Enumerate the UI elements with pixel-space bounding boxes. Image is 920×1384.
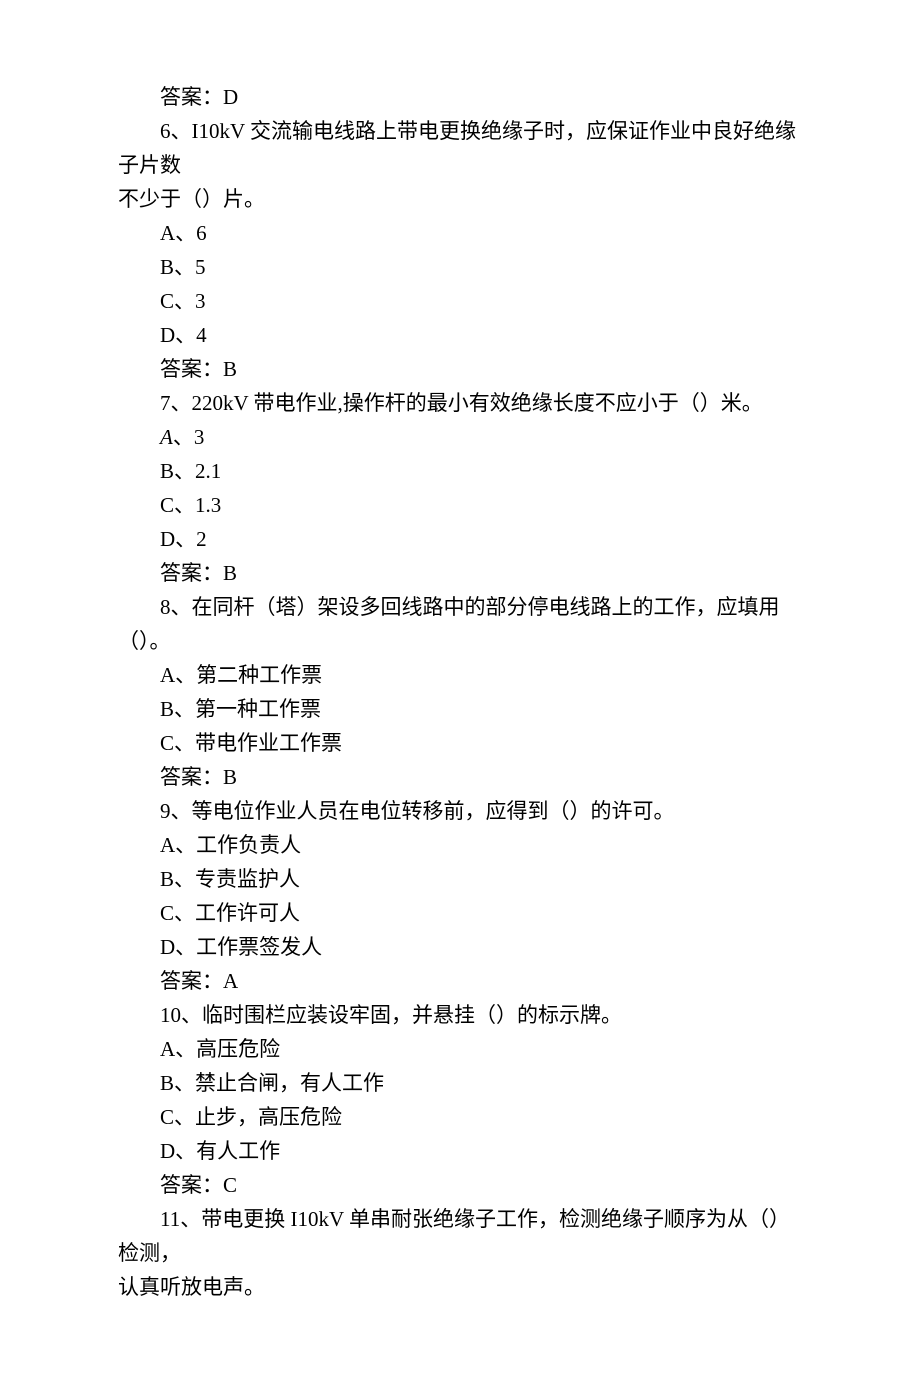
option-b: B、禁止合闸，有人工作 (118, 1066, 802, 1100)
answer-line: 答案：D (118, 80, 802, 114)
answer-line: 答案：A (118, 964, 802, 998)
option-a: A、3 (118, 420, 802, 454)
option-b: B、5 (118, 250, 802, 284)
option-d: D、2 (118, 522, 802, 556)
option-c: C、止步，高压危险 (118, 1100, 802, 1134)
option-c: C、工作许可人 (118, 896, 802, 930)
option-b: B、专责监护人 (118, 862, 802, 896)
option-text: 、3 (173, 425, 205, 449)
answer-line: 答案：B (118, 760, 802, 794)
option-c: C、3 (118, 284, 802, 318)
option-label-italic: A (160, 425, 173, 449)
question-stem: 9、等电位作业人员在电位转移前，应得到（）的许可。 (118, 794, 802, 828)
option-d: D、有人工作 (118, 1134, 802, 1168)
question-stem: 11、带电更换 I10kV 单串耐张绝缘子工作，检测绝缘子顺序为从（）检测， (118, 1202, 802, 1270)
option-a: A、工作负责人 (118, 828, 802, 862)
option-a: A、6 (118, 216, 802, 250)
option-b: B、第一种工作票 (118, 692, 802, 726)
answer-line: 答案：C (118, 1168, 802, 1202)
option-b: B、2.1 (118, 454, 802, 488)
answer-line: 答案：B (118, 556, 802, 590)
question-stem: 7、220kV 带电作业,操作杆的最小有效绝缘长度不应小于（）米。 (118, 386, 802, 420)
question-stem: 8、在同杆（塔）架设多回线路中的部分停电线路上的工作，应填用（）。 (118, 590, 802, 658)
question-stem-continuation: 不少于（）片。 (118, 182, 802, 216)
answer-line: 答案：B (118, 352, 802, 386)
question-stem: 10、临时围栏应装设牢固，并悬挂（）的标示牌。 (118, 998, 802, 1032)
option-c: C、1.3 (118, 488, 802, 522)
document-page: 答案：D 6、I10kV 交流输电线路上带电更换绝缘子时，应保证作业中良好绝缘子… (0, 0, 920, 1384)
option-a: A、高压危险 (118, 1032, 802, 1066)
option-a: A、第二种工作票 (118, 658, 802, 692)
option-d: D、工作票签发人 (118, 930, 802, 964)
option-d: D、4 (118, 318, 802, 352)
option-c: C、带电作业工作票 (118, 726, 802, 760)
question-stem-continuation: 认真听放电声。 (118, 1270, 802, 1304)
question-stem: 6、I10kV 交流输电线路上带电更换绝缘子时，应保证作业中良好绝缘子片数 (118, 114, 802, 182)
